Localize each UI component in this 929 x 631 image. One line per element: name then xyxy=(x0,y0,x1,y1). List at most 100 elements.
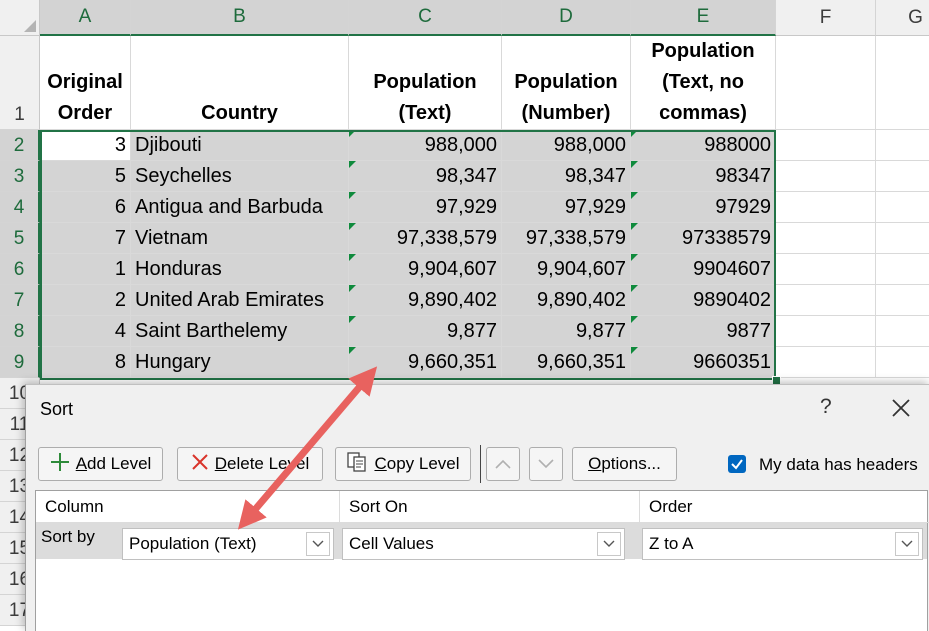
header-country[interactable]: Country xyxy=(131,36,349,130)
cell-country[interactable]: United Arab Emirates xyxy=(131,285,349,316)
cell-original-order[interactable]: 7 xyxy=(40,223,131,254)
cell-f1[interactable] xyxy=(776,36,876,130)
row-header-3[interactable]: 3 xyxy=(0,161,40,192)
cell-f[interactable] xyxy=(776,316,876,347)
cell-population-number[interactable]: 9,904,607 xyxy=(502,254,631,285)
help-icon[interactable]: ? xyxy=(820,395,832,419)
cell-original-order[interactable]: 6 xyxy=(40,192,131,223)
cell-f[interactable] xyxy=(776,223,876,254)
cell-g[interactable] xyxy=(876,223,929,254)
cell-f[interactable] xyxy=(776,130,876,161)
order-dropdown[interactable]: Z to A xyxy=(642,528,923,560)
cell-population-number[interactable]: 97,929 xyxy=(502,192,631,223)
cell-g1[interactable] xyxy=(876,36,929,130)
cell-population-no-commas[interactable]: 9660351 xyxy=(631,347,776,378)
cell-original-order[interactable]: 2 xyxy=(40,285,131,316)
cell-g[interactable] xyxy=(876,285,929,316)
cell-original-order[interactable]: 1 xyxy=(40,254,131,285)
cell-original-order[interactable]: 8 xyxy=(40,347,131,378)
cell-population-number[interactable]: 988,000 xyxy=(502,130,631,161)
row-header-5[interactable]: 5 xyxy=(0,223,40,254)
select-all-corner[interactable] xyxy=(0,0,40,36)
cell-country[interactable]: Seychelles xyxy=(131,161,349,192)
chevron-down-icon[interactable] xyxy=(306,532,330,556)
column-header-f[interactable]: F xyxy=(776,0,876,36)
sort-dialog: Sort ? Add Level Delete Level Copy Level… xyxy=(25,384,929,631)
row-header-2[interactable]: 2 xyxy=(0,130,40,161)
column-header-a[interactable]: A xyxy=(40,0,131,36)
chevron-down-icon[interactable] xyxy=(895,532,919,556)
headers-checkbox[interactable] xyxy=(728,455,746,473)
cell-population-no-commas[interactable]: 988000 xyxy=(631,130,776,161)
cell-original-order[interactable]: 3 xyxy=(40,130,131,161)
copy-level-mnemonic: C xyxy=(374,454,387,473)
cell-country[interactable]: Hungary xyxy=(131,347,349,378)
cell-population-no-commas[interactable]: 97929 xyxy=(631,192,776,223)
cell-f[interactable] xyxy=(776,347,876,378)
chevron-up-icon xyxy=(495,454,511,474)
cell-original-order[interactable]: 4 xyxy=(40,316,131,347)
row-header-7[interactable]: 7 xyxy=(0,285,40,316)
cell-population-number[interactable]: 98,347 xyxy=(502,161,631,192)
header-population-number[interactable]: Population (Number) xyxy=(502,36,631,130)
chevron-down-icon[interactable] xyxy=(597,532,621,556)
row-header-6[interactable]: 6 xyxy=(0,254,40,285)
cell-population-number[interactable]: 97,338,579 xyxy=(502,223,631,254)
cell-population-text[interactable]: 988,000 xyxy=(349,130,502,161)
cell-country[interactable]: Vietnam xyxy=(131,223,349,254)
move-down-button[interactable] xyxy=(529,447,563,481)
cell-population-no-commas[interactable]: 97338579 xyxy=(631,223,776,254)
cell-population-no-commas[interactable]: 9890402 xyxy=(631,285,776,316)
column-header-d[interactable]: D xyxy=(502,0,631,36)
cell-g[interactable] xyxy=(876,347,929,378)
header-population-text[interactable]: Population (Text) xyxy=(349,36,502,130)
cell-country[interactable]: Saint Barthelemy xyxy=(131,316,349,347)
cell-population-no-commas[interactable]: 9877 xyxy=(631,316,776,347)
cell-country[interactable]: Djibouti xyxy=(131,130,349,161)
header-population-no-commas[interactable]: Population (Text, no commas) xyxy=(631,36,776,130)
sort-on-dropdown[interactable]: Cell Values xyxy=(342,528,625,560)
cell-population-text[interactable]: 9,904,607 xyxy=(349,254,502,285)
cell-population-no-commas[interactable]: 9904607 xyxy=(631,254,776,285)
cell-population-text[interactable]: 97,338,579 xyxy=(349,223,502,254)
header-original-order[interactable]: Original Order xyxy=(40,36,131,130)
cell-population-number[interactable]: 9,660,351 xyxy=(502,347,631,378)
cell-g[interactable] xyxy=(876,130,929,161)
row-header-1[interactable]: 1 xyxy=(0,36,40,130)
cell-population-no-commas[interactable]: 98347 xyxy=(631,161,776,192)
column-header-b[interactable]: B xyxy=(131,0,349,36)
row-header-4[interactable]: 4 xyxy=(0,192,40,223)
cell-population-number[interactable]: 9,890,402 xyxy=(502,285,631,316)
cell-population-text[interactable]: 9,660,351 xyxy=(349,347,502,378)
row-header-8[interactable]: 8 xyxy=(0,316,40,347)
text-number-warning-flag xyxy=(349,223,356,230)
cell-population-number[interactable]: 9,877 xyxy=(502,316,631,347)
row-header-9[interactable]: 9 xyxy=(0,347,40,378)
cell-country[interactable]: Antigua and Barbuda xyxy=(131,192,349,223)
cell-f[interactable] xyxy=(776,254,876,285)
delete-level-button[interactable]: Delete Level xyxy=(177,447,323,481)
close-icon[interactable] xyxy=(886,393,916,423)
move-up-button[interactable] xyxy=(486,447,520,481)
cell-population-text[interactable]: 9,877 xyxy=(349,316,502,347)
cell-population-text[interactable]: 97,929 xyxy=(349,192,502,223)
cell-g[interactable] xyxy=(876,192,929,223)
cell-g[interactable] xyxy=(876,254,929,285)
cell-f[interactable] xyxy=(776,192,876,223)
cell-f[interactable] xyxy=(776,161,876,192)
cell-g[interactable] xyxy=(876,161,929,192)
cell-original-order[interactable]: 5 xyxy=(40,161,131,192)
column-header-c[interactable]: C xyxy=(349,0,502,36)
copy-level-button[interactable]: Copy Level xyxy=(335,447,471,481)
headers-checkbox-label[interactable]: My data has headers xyxy=(759,455,918,475)
cell-population-text[interactable]: 9,890,402 xyxy=(349,285,502,316)
cell-country[interactable]: Honduras xyxy=(131,254,349,285)
cell-population-text[interactable]: 98,347 xyxy=(349,161,502,192)
add-level-button[interactable]: Add Level xyxy=(38,447,163,481)
sort-column-dropdown[interactable]: Population (Text) xyxy=(122,528,334,560)
options-button[interactable]: Options... xyxy=(572,447,677,481)
cell-g[interactable] xyxy=(876,316,929,347)
column-header-e[interactable]: E xyxy=(631,0,776,36)
column-header-g[interactable]: G xyxy=(876,0,929,36)
cell-f[interactable] xyxy=(776,285,876,316)
